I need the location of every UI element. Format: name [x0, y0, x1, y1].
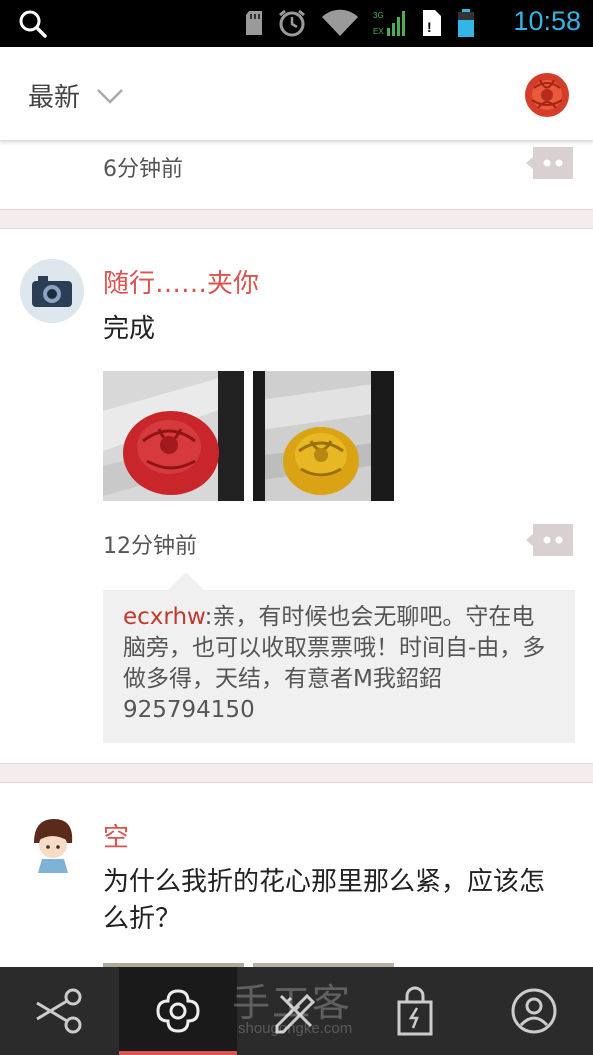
reply-comment[interactable]: ecxrhw:亲，有时候也会无聊吧。守在电脑旁，也可以收取票票哦！时间自-由，多… [103, 590, 575, 743]
sim-icon: ! [423, 10, 441, 36]
reply-caret [168, 572, 204, 590]
cartoon-avatar-icon [20, 813, 84, 877]
nav-item-community[interactable] [118, 967, 238, 1055]
battery-icon [458, 9, 474, 37]
avatar[interactable] [20, 259, 84, 323]
app-header: 最新 [0, 47, 593, 141]
sort-filter-dropdown[interactable]: 最新 [28, 77, 124, 114]
status-bar: 3G EX ! 10:58 [0, 0, 593, 47]
post-text: 为什么我折的花心那里那么紧，应该怎么折？ [103, 867, 546, 934]
username[interactable]: 随行……夹你 [103, 263, 259, 300]
post-divider [0, 209, 593, 229]
site-watermark: 手工客 [232, 981, 353, 1025]
yellow-rose-photo[interactable] [253, 371, 394, 501]
search-icon[interactable] [18, 9, 48, 39]
reply-author[interactable]: ecxrhw [123, 604, 205, 630]
flower-icon [156, 989, 200, 1033]
alarm-icon [279, 9, 305, 37]
svg-text:EX: EX [373, 27, 384, 36]
filter-label: 最新 [28, 83, 81, 113]
comment-icon[interactable] [525, 522, 575, 558]
post-time: 6分钟前 [103, 157, 183, 182]
site-watermark-url: shougongke.com [238, 1020, 353, 1037]
red-rose-photo[interactable] [103, 371, 244, 501]
rose-avatar-icon [520, 68, 574, 122]
avatar[interactable] [20, 813, 84, 877]
post-text: 完成 [103, 314, 156, 344]
status-icons: 3G EX ! [245, 8, 475, 38]
profile-icon [511, 988, 557, 1034]
shopping-bag-icon [397, 986, 433, 1036]
svg-text:!: ! [427, 19, 432, 35]
comment-icon[interactable] [525, 145, 575, 181]
nav-item-shop[interactable] [356, 967, 475, 1055]
scissors-icon [36, 988, 82, 1034]
username[interactable]: 空 [103, 817, 129, 854]
svg-text:3G: 3G [373, 11, 384, 20]
comment-feed[interactable]: 6分钟前 随行……夹你 完成 12分钟前 ecxrhw:亲，有时候也会无聊吧。守… [0, 141, 593, 967]
clock: 10:58 [513, 6, 581, 36]
user-avatar[interactable] [520, 68, 574, 122]
sd-card-icon [246, 11, 262, 35]
post-divider [0, 763, 593, 783]
chevron-down-icon [97, 88, 123, 104]
wifi-icon [322, 9, 358, 37]
post-time: 12分钟前 [103, 534, 197, 559]
nav-item-tutorials[interactable] [0, 967, 119, 1055]
signal-3g-icon: 3G EX [373, 11, 405, 36]
nav-item-profile[interactable] [474, 967, 593, 1055]
camera-avatar-icon [20, 259, 84, 323]
